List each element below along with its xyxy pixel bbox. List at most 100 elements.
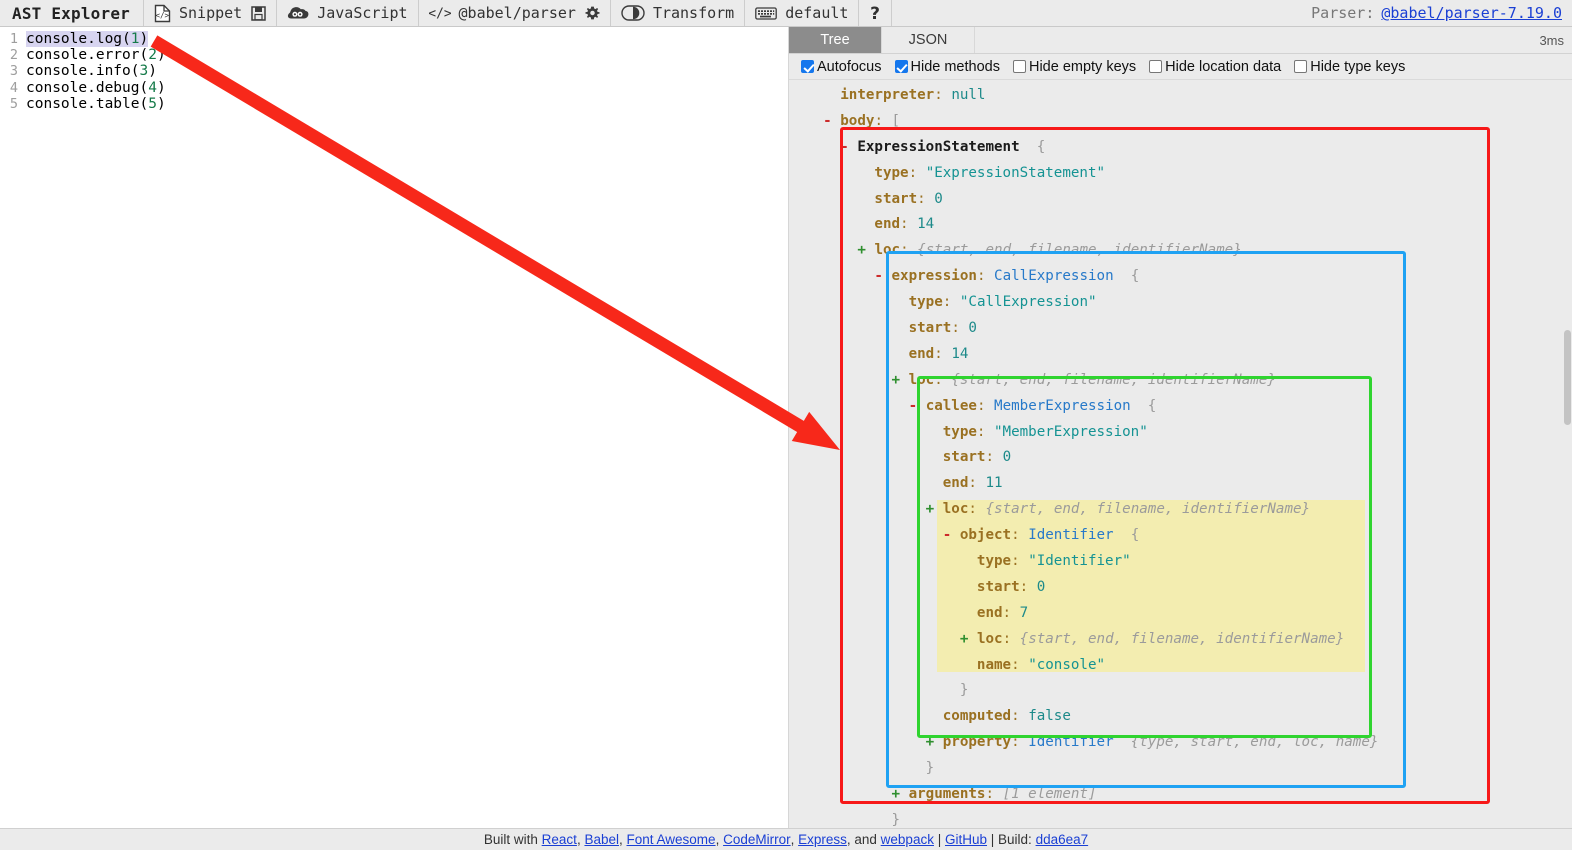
ast-tree-row[interactable]: + loc: {start, end, filename, identifier… [789, 497, 1572, 523]
expand-toggle-icon[interactable]: + [892, 786, 901, 802]
footer-link-express[interactable]: Express [798, 832, 847, 847]
tree-node-type[interactable]: ExpressionStatement [857, 139, 1019, 155]
ast-tree-row[interactable]: + loc: {start, end, filename, identifier… [789, 627, 1572, 653]
language-label: JavaScript [317, 4, 408, 22]
ast-tree-row[interactable]: interpreter: null [789, 83, 1572, 109]
ast-tree-row[interactable]: - ExpressionStatement { [789, 135, 1572, 161]
footer-link-react[interactable]: React [542, 832, 577, 847]
line-text[interactable]: console.info(3) [26, 63, 157, 79]
ast-tree-row[interactable]: end: 7 [789, 601, 1572, 627]
ast-tree-row[interactable]: type: "ExpressionStatement" [789, 161, 1572, 187]
code-line[interactable]: 1 console.log(1) [0, 31, 788, 47]
parser-settings-button[interactable] [585, 6, 600, 21]
tree-separator: : [1011, 527, 1029, 544]
ast-tree-row[interactable]: type: "CallExpression" [789, 290, 1572, 316]
parser-selector[interactable]: </> @babel/parser [429, 4, 576, 22]
keymap-selector[interactable]: default [755, 4, 848, 22]
expand-toggle-icon[interactable]: + [926, 501, 935, 517]
language-selector[interactable]: JavaScript [287, 4, 408, 22]
ast-tree-row[interactable]: start: 0 [789, 445, 1572, 471]
help-button[interactable]: ? [869, 5, 881, 22]
ast-tree-row[interactable]: } [789, 678, 1572, 704]
option-hide-type-keys[interactable]: Hide type keys [1294, 59, 1405, 75]
footer-link-github[interactable]: GitHub [945, 832, 987, 847]
save-snippet-button[interactable] [251, 5, 266, 21]
option-hide-empty-keys[interactable]: Hide empty keys [1012, 58, 1137, 75]
ast-tree-row[interactable]: start: 0 [789, 575, 1572, 601]
checkbox-icon[interactable] [1294, 60, 1308, 73]
ast-tree-row[interactable]: name: "console" [789, 653, 1572, 679]
ast-tree-row[interactable]: + loc: {start, end, filename, identifier… [789, 238, 1572, 264]
code-line[interactable]: 5 console.table(5) [0, 96, 788, 112]
footer-build-hash[interactable]: dda6ea7 [1036, 832, 1089, 847]
expand-toggle-icon[interactable]: + [926, 734, 935, 750]
ast-tree-row[interactable]: start: 0 [789, 316, 1572, 342]
ast-tree-row[interactable]: type: "MemberExpression" [789, 420, 1572, 446]
transform-toggle[interactable]: Transform [621, 4, 734, 22]
code-line[interactable]: 3 console.info(3) [0, 63, 788, 79]
code-editor-pane[interactable]: 1 console.log(1) 2 console.error(2) 3 console… [0, 27, 789, 828]
footer-link-babel[interactable]: Babel [584, 832, 619, 847]
tree-separator: : [1011, 553, 1029, 570]
tab-json[interactable]: JSON [882, 27, 975, 53]
checkbox-icon[interactable] [894, 60, 908, 73]
code-line[interactable]: 2 console.error(2) [0, 47, 788, 63]
footer-link-webpack[interactable]: webpack [881, 832, 934, 847]
ast-tree-row[interactable]: + property: Identifier {type, start, end… [789, 730, 1572, 756]
tree-key: callee [925, 397, 977, 414]
option-hide-methods[interactable]: Hide methods [894, 59, 1000, 75]
option-label: Hide empty keys [1028, 58, 1137, 75]
ast-tree-row[interactable]: - body: [ [789, 109, 1572, 135]
ast-tree-row[interactable]: } [789, 756, 1572, 782]
tree-node-type[interactable]: CallExpression [994, 268, 1114, 284]
ast-tree-row[interactable]: - callee: MemberExpression { [789, 394, 1572, 420]
line-text[interactable]: console.error(2) [26, 47, 166, 63]
tree-value: "console" [1028, 656, 1106, 673]
ast-tree[interactable]: interpreter: null - body: [ - Expression… [789, 80, 1572, 828]
ast-tree-row[interactable]: computed: false [789, 704, 1572, 730]
collapse-toggle-icon[interactable]: - [909, 398, 918, 414]
snippet-button[interactable]: </> Snippet [154, 4, 242, 23]
checkbox-icon[interactable] [801, 60, 814, 73]
expand-toggle-icon[interactable]: + [892, 372, 901, 388]
tree-separator: : [934, 371, 952, 388]
expand-toggle-icon[interactable]: + [857, 242, 866, 258]
collapse-toggle-icon[interactable]: - [874, 268, 883, 284]
checkbox-icon[interactable] [1149, 60, 1163, 73]
tab-tree[interactable]: Tree [789, 27, 882, 53]
tree-node-type[interactable]: Identifier [1028, 527, 1113, 543]
footer-link-font-awesome[interactable]: Font Awesome [627, 832, 716, 847]
line-text[interactable]: console.log(1) [26, 31, 149, 47]
collapse-toggle-icon[interactable]: - [823, 113, 832, 129]
collapse-toggle-icon[interactable]: - [943, 527, 952, 543]
ast-tree-row[interactable]: + loc: {start, end, filename, identifier… [789, 368, 1572, 394]
ast-tree-row[interactable]: + arguments: [1 element] [789, 782, 1572, 808]
ast-tree-row[interactable]: end: 14 [789, 212, 1572, 238]
tree-node-type[interactable]: MemberExpression [994, 398, 1131, 414]
parser-version-link[interactable]: @babel/parser-7.19.0 [1381, 4, 1562, 22]
code-editor[interactable]: 1 console.log(1) 2 console.error(2) 3 console… [0, 27, 788, 112]
tree-value: "Identifier" [1028, 553, 1131, 570]
line-text[interactable]: console.table(5) [26, 96, 166, 112]
tree-key: name [976, 656, 1012, 673]
ast-tree-row[interactable]: end: 11 [789, 471, 1572, 497]
footer-link-codemirror[interactable]: CodeMirror [723, 832, 791, 847]
code-line[interactable]: 4 console.debug(4) [0, 80, 788, 96]
option-hide-location-data[interactable]: Hide location data [1149, 59, 1281, 75]
ast-tree-row[interactable]: end: 14 [789, 342, 1572, 368]
line-text[interactable]: console.debug(4) [26, 80, 166, 96]
collapse-toggle-icon[interactable]: - [840, 139, 849, 155]
ast-tree-row[interactable]: type: "Identifier" [789, 549, 1572, 575]
checkbox-icon[interactable] [1012, 60, 1026, 73]
option-autofocus[interactable]: Autofocus [801, 59, 882, 75]
expand-toggle-icon[interactable]: + [960, 631, 969, 647]
ast-tree-row[interactable]: start: 0 [789, 187, 1572, 213]
tree-node-type[interactable]: Identifier [1028, 734, 1113, 750]
ast-tree-row[interactable]: - object: Identifier { [789, 523, 1572, 549]
ast-tree-row[interactable]: - expression: CallExpression { [789, 264, 1572, 290]
ast-tree-row[interactable]: } [789, 808, 1572, 828]
ast-tree-scroll-region[interactable]: interpreter: null - body: [ - Expression… [789, 80, 1572, 828]
